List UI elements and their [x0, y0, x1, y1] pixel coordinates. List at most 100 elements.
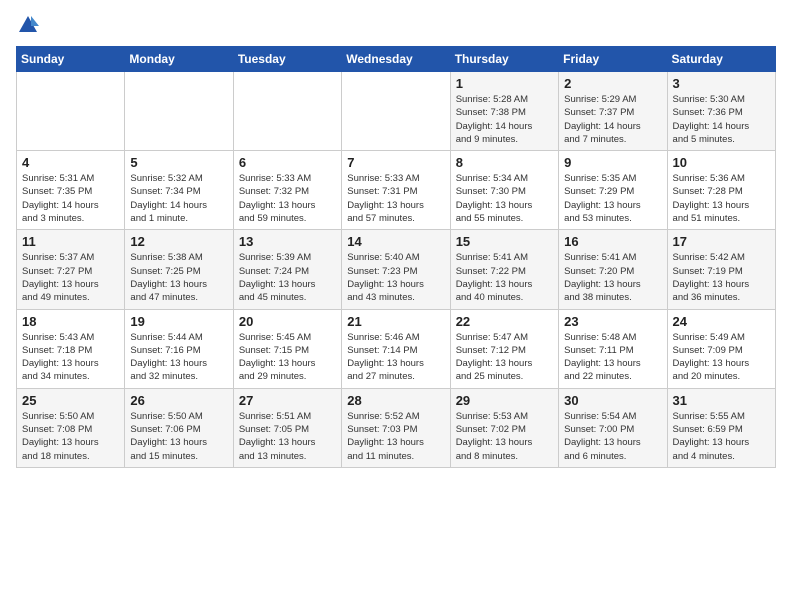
day-number: 10 — [673, 155, 770, 170]
day-cell: 10 Sunrise: 5:36 AM Sunset: 7:28 PM Dayli… — [667, 151, 775, 230]
day-cell: 5 Sunrise: 5:32 AM Sunset: 7:34 PM Daylig… — [125, 151, 233, 230]
day-cell: 8Sunrise: 5:34 AM Sunset: 7:30 PM Daylig… — [450, 151, 558, 230]
day-cell: 9 Sunrise: 5:35 AM Sunset: 7:29 PM Daylig… — [559, 151, 667, 230]
day-number: 5 — [130, 155, 227, 170]
day-number: 19 — [130, 314, 227, 329]
day-number: 17 — [673, 234, 770, 249]
day-cell: 15 Sunrise: 5:41 AM Sunset: 7:22 PM Dayli… — [450, 230, 558, 309]
logo-icon — [17, 14, 39, 36]
day-number: 1 — [456, 76, 553, 91]
day-number: 18 — [22, 314, 119, 329]
day-cell: 4 Sunrise: 5:31 AM Sunset: 7:35 PM Daylig… — [17, 151, 125, 230]
day-number: 14 — [347, 234, 444, 249]
day-cell: 17 Sunrise: 5:42 AM Sunset: 7:19 PM Dayli… — [667, 230, 775, 309]
weekday-header-tuesday: Tuesday — [233, 47, 341, 72]
day-info: Sunrise: 5:41 AM Sunset: 7:20 PM Dayligh… — [564, 251, 661, 304]
day-number: 3 — [673, 76, 770, 91]
header — [16, 16, 776, 36]
day-cell: 26Sunrise: 5:50 AM Sunset: 7:06 PM Dayli… — [125, 388, 233, 467]
day-info: Sunrise: 5:50 AM Sunset: 7:08 PM Dayligh… — [22, 410, 119, 463]
day-info: Sunrise: 5:42 AM Sunset: 7:19 PM Dayligh… — [673, 251, 770, 304]
day-cell: 22 Sunrise: 5:47 AM Sunset: 7:12 PM Dayli… — [450, 309, 558, 388]
calendar-table: SundayMondayTuesdayWednesdayThursdayFrid… — [16, 46, 776, 468]
day-info: Sunrise: 5:49 AM Sunset: 7:09 PM Dayligh… — [673, 331, 770, 384]
day-info: Sunrise: 5:45 AM Sunset: 7:15 PM Dayligh… — [239, 331, 336, 384]
day-cell: 6 Sunrise: 5:33 AM Sunset: 7:32 PM Daylig… — [233, 151, 341, 230]
day-info: Sunrise: 5:54 AM Sunset: 7:00 PM Dayligh… — [564, 410, 661, 463]
week-row-1: 1 Sunrise: 5:28 AM Sunset: 7:38 PM Daylig… — [17, 72, 776, 151]
day-number: 28 — [347, 393, 444, 408]
day-info: Sunrise: 5:43 AM Sunset: 7:18 PM Dayligh… — [22, 331, 119, 384]
weekday-header-saturday: Saturday — [667, 47, 775, 72]
day-info: Sunrise: 5:47 AM Sunset: 7:12 PM Dayligh… — [456, 331, 553, 384]
week-row-5: 25 Sunrise: 5:50 AM Sunset: 7:08 PM Dayli… — [17, 388, 776, 467]
day-number: 16 — [564, 234, 661, 249]
week-row-3: 11Sunrise: 5:37 AM Sunset: 7:27 PM Dayli… — [17, 230, 776, 309]
day-info: Sunrise: 5:31 AM Sunset: 7:35 PM Dayligh… — [22, 172, 119, 225]
day-info: Sunrise: 5:35 AM Sunset: 7:29 PM Dayligh… — [564, 172, 661, 225]
day-info: Sunrise: 5:39 AM Sunset: 7:24 PM Dayligh… — [239, 251, 336, 304]
day-number: 15 — [456, 234, 553, 249]
day-info: Sunrise: 5:55 AM Sunset: 6:59 PM Dayligh… — [673, 410, 770, 463]
day-number: 6 — [239, 155, 336, 170]
day-number: 12 — [130, 234, 227, 249]
day-cell: 28Sunrise: 5:52 AM Sunset: 7:03 PM Dayli… — [342, 388, 450, 467]
day-number: 23 — [564, 314, 661, 329]
day-cell: 1 Sunrise: 5:28 AM Sunset: 7:38 PM Daylig… — [450, 72, 558, 151]
day-info: Sunrise: 5:53 AM Sunset: 7:02 PM Dayligh… — [456, 410, 553, 463]
day-number: 11 — [22, 234, 119, 249]
day-info: Sunrise: 5:28 AM Sunset: 7:38 PM Dayligh… — [456, 93, 553, 146]
day-number: 27 — [239, 393, 336, 408]
day-cell — [342, 72, 450, 151]
day-number: 25 — [22, 393, 119, 408]
page: SundayMondayTuesdayWednesdayThursdayFrid… — [0, 0, 792, 612]
day-info: Sunrise: 5:46 AM Sunset: 7:14 PM Dayligh… — [347, 331, 444, 384]
weekday-header-row: SundayMondayTuesdayWednesdayThursdayFrid… — [17, 47, 776, 72]
day-cell: 25 Sunrise: 5:50 AM Sunset: 7:08 PM Dayli… — [17, 388, 125, 467]
day-cell: 18 Sunrise: 5:43 AM Sunset: 7:18 PM Dayli… — [17, 309, 125, 388]
day-cell: 27 Sunrise: 5:51 AM Sunset: 7:05 PM Dayli… — [233, 388, 341, 467]
day-number: 9 — [564, 155, 661, 170]
day-cell — [233, 72, 341, 151]
day-info: Sunrise: 5:38 AM Sunset: 7:25 PM Dayligh… — [130, 251, 227, 304]
week-row-4: 18 Sunrise: 5:43 AM Sunset: 7:18 PM Dayli… — [17, 309, 776, 388]
day-cell: 13Sunrise: 5:39 AM Sunset: 7:24 PM Dayli… — [233, 230, 341, 309]
weekday-header-monday: Monday — [125, 47, 233, 72]
day-cell: 14 Sunrise: 5:40 AM Sunset: 7:23 PM Dayli… — [342, 230, 450, 309]
day-cell: 20 Sunrise: 5:45 AM Sunset: 7:15 PM Dayli… — [233, 309, 341, 388]
weekday-header-friday: Friday — [559, 47, 667, 72]
day-number: 4 — [22, 155, 119, 170]
day-info: Sunrise: 5:40 AM Sunset: 7:23 PM Dayligh… — [347, 251, 444, 304]
day-cell: 3 Sunrise: 5:30 AM Sunset: 7:36 PM Daylig… — [667, 72, 775, 151]
day-info: Sunrise: 5:50 AM Sunset: 7:06 PM Dayligh… — [130, 410, 227, 463]
day-info: Sunrise: 5:33 AM Sunset: 7:32 PM Dayligh… — [239, 172, 336, 225]
day-number: 20 — [239, 314, 336, 329]
weekday-header-wednesday: Wednesday — [342, 47, 450, 72]
day-cell: 12 Sunrise: 5:38 AM Sunset: 7:25 PM Dayli… — [125, 230, 233, 309]
day-info: Sunrise: 5:32 AM Sunset: 7:34 PM Dayligh… — [130, 172, 227, 225]
day-cell: 11Sunrise: 5:37 AM Sunset: 7:27 PM Dayli… — [17, 230, 125, 309]
day-cell: 16 Sunrise: 5:41 AM Sunset: 7:20 PM Dayli… — [559, 230, 667, 309]
day-info: Sunrise: 5:41 AM Sunset: 7:22 PM Dayligh… — [456, 251, 553, 304]
day-cell — [17, 72, 125, 151]
day-number: 24 — [673, 314, 770, 329]
day-info: Sunrise: 5:30 AM Sunset: 7:36 PM Dayligh… — [673, 93, 770, 146]
day-number: 21 — [347, 314, 444, 329]
day-info: Sunrise: 5:48 AM Sunset: 7:11 PM Dayligh… — [564, 331, 661, 384]
day-cell: 30 Sunrise: 5:54 AM Sunset: 7:00 PM Dayli… — [559, 388, 667, 467]
day-number: 31 — [673, 393, 770, 408]
day-info: Sunrise: 5:36 AM Sunset: 7:28 PM Dayligh… — [673, 172, 770, 225]
day-cell: 24 Sunrise: 5:49 AM Sunset: 7:09 PM Dayli… — [667, 309, 775, 388]
day-info: Sunrise: 5:51 AM Sunset: 7:05 PM Dayligh… — [239, 410, 336, 463]
day-cell: 29Sunrise: 5:53 AM Sunset: 7:02 PM Dayli… — [450, 388, 558, 467]
day-number: 30 — [564, 393, 661, 408]
day-number: 22 — [456, 314, 553, 329]
day-cell: 19Sunrise: 5:44 AM Sunset: 7:16 PM Dayli… — [125, 309, 233, 388]
day-cell: 7Sunrise: 5:33 AM Sunset: 7:31 PM Daylig… — [342, 151, 450, 230]
day-cell: 2Sunrise: 5:29 AM Sunset: 7:37 PM Daylig… — [559, 72, 667, 151]
day-info: Sunrise: 5:33 AM Sunset: 7:31 PM Dayligh… — [347, 172, 444, 225]
day-cell: 21 Sunrise: 5:46 AM Sunset: 7:14 PM Dayli… — [342, 309, 450, 388]
logo — [16, 16, 39, 36]
weekday-header-sunday: Sunday — [17, 47, 125, 72]
day-cell: 23 Sunrise: 5:48 AM Sunset: 7:11 PM Dayli… — [559, 309, 667, 388]
